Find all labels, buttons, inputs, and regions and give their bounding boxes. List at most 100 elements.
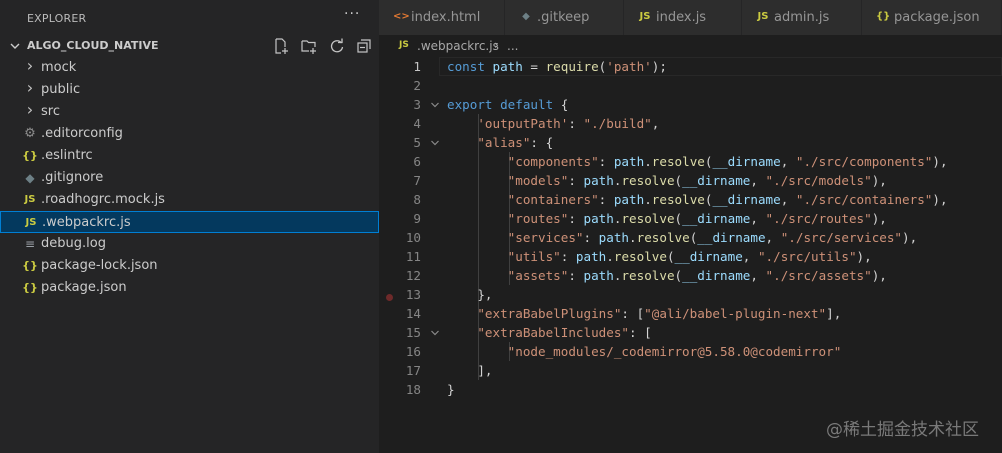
fold-chevron-icon[interactable] bbox=[430, 100, 440, 110]
chevron-right-icon: › bbox=[26, 56, 34, 75]
new-file-icon[interactable] bbox=[272, 37, 290, 55]
code-token: , bbox=[750, 211, 766, 226]
code-text: "services": path.resolve(__dirname, "./s… bbox=[447, 230, 918, 245]
code-token: __dirname bbox=[682, 173, 751, 188]
tab-package-json[interactable]: {} package.json bbox=[862, 0, 1002, 35]
code-token: resolve bbox=[613, 249, 667, 264]
code-token: 'outputPath' bbox=[477, 116, 569, 131]
line-number: 9 bbox=[413, 211, 421, 226]
project-section-header[interactable]: ALGO_CLOUD_NATIVE bbox=[0, 35, 379, 57]
code-token: , bbox=[750, 173, 766, 188]
code-text: 'outputPath': "./build", bbox=[447, 116, 659, 131]
tree-item-label: package.json bbox=[41, 280, 127, 295]
breadcrumb-file[interactable]: .webpackrc.js bbox=[417, 39, 499, 53]
code-token: require bbox=[545, 59, 599, 74]
json-icon: {} bbox=[876, 11, 891, 22]
explorer-sidebar: EXPLORER ··· ALGO_CLOUD_NATIVE › mock › pub… bbox=[0, 0, 379, 453]
code-line: 2 bbox=[379, 76, 1002, 95]
code-token: ), bbox=[871, 268, 887, 283]
code-line: 10 "services": path.resolve(__dirname, "… bbox=[379, 228, 1002, 247]
code-text: "extraBabelIncludes": [ bbox=[447, 325, 651, 340]
tab-admin-js[interactable]: JS admin.js bbox=[742, 0, 862, 35]
code-token: "extraBabelIncludes" bbox=[477, 325, 629, 340]
folder-item-mock[interactable]: › mock bbox=[0, 57, 379, 79]
code-token: "./src/assets" bbox=[765, 268, 872, 283]
tree-item-label: debug.log bbox=[41, 236, 106, 251]
code-token: . bbox=[644, 192, 652, 207]
refresh-icon[interactable] bbox=[328, 37, 346, 55]
tree-item-label: public bbox=[41, 82, 81, 97]
code-token: "./src/components" bbox=[795, 154, 933, 169]
line-number: 1 bbox=[413, 59, 421, 74]
code-token: "services" bbox=[507, 230, 584, 245]
file-item-debug-log[interactable]: ≡ debug.log bbox=[0, 233, 379, 255]
folder-item-src[interactable]: › src bbox=[0, 101, 379, 123]
file-item-editorconfig[interactable]: ⚙ .editorconfig bbox=[0, 123, 379, 145]
file-item-package-lock-json[interactable]: {} package-lock.json bbox=[0, 255, 379, 277]
code-token: ), bbox=[932, 192, 948, 207]
collapse-all-icon[interactable] bbox=[355, 37, 373, 55]
code-token: ( bbox=[674, 173, 683, 188]
tree-item-label: .webpackrc.js bbox=[42, 215, 131, 230]
code-token: . bbox=[606, 249, 614, 264]
fold-chevron-icon[interactable] bbox=[430, 138, 440, 148]
code-token: path bbox=[583, 211, 614, 226]
tab-gitkeep[interactable]: ◆ .gitkeep bbox=[505, 0, 624, 35]
js-icon: JS bbox=[25, 217, 37, 228]
code-editor[interactable]: 1 const path = require('path'); 2 3 export d… bbox=[379, 57, 1002, 453]
code-token: ], bbox=[447, 363, 493, 378]
code-token: : bbox=[568, 173, 584, 188]
code-line: 9 "routes": path.resolve(__dirname, "./s… bbox=[379, 209, 1002, 228]
file-item-roadhogrc-mock-js[interactable]: JS .roadhogrc.mock.js bbox=[0, 189, 379, 211]
file-item-webpackrc-js[interactable]: JS .webpackrc.js bbox=[0, 211, 379, 233]
more-actions-icon[interactable]: ··· bbox=[344, 6, 360, 22]
code-token: export default bbox=[447, 97, 554, 112]
tree-item-label: mock bbox=[41, 60, 77, 75]
code-text: "extraBabelPlugins": ["@ali/babel-plugin… bbox=[447, 306, 841, 321]
code-token: , bbox=[780, 192, 796, 207]
code-line: 16 "node_modules/_codemirror@5.58.0@code… bbox=[379, 342, 1002, 361]
fold-chevron-icon[interactable] bbox=[430, 328, 440, 338]
tab-index-js[interactable]: JS index.js bbox=[624, 0, 742, 35]
code-line: 15 "extraBabelIncludes": [ bbox=[379, 323, 1002, 342]
code-token: resolve bbox=[621, 211, 675, 226]
code-token: path bbox=[598, 230, 630, 245]
code-token: ], bbox=[826, 306, 842, 321]
file-item-gitignore[interactable]: ◆ .gitignore bbox=[0, 167, 379, 189]
code-token: path bbox=[583, 173, 614, 188]
line-number: 15 bbox=[405, 325, 421, 340]
code-token: __dirname bbox=[674, 249, 743, 264]
code-token: ), bbox=[856, 249, 872, 264]
code-token: "models" bbox=[507, 173, 569, 188]
new-folder-icon[interactable] bbox=[300, 37, 318, 55]
code-token: resolve bbox=[651, 192, 705, 207]
tab-index-html[interactable]: <> index.html bbox=[379, 0, 505, 35]
js-icon: JS bbox=[757, 11, 769, 22]
folder-item-public[interactable]: › public bbox=[0, 79, 379, 101]
code-token: "./build" bbox=[583, 116, 652, 131]
code-token: : [ bbox=[621, 306, 645, 321]
code-line: 7 "models": path.resolve(__dirname, "./s… bbox=[379, 171, 1002, 190]
file-item-package-json[interactable]: {} package.json bbox=[0, 277, 379, 299]
breadcrumb-more[interactable]: ... bbox=[507, 39, 518, 53]
code-token: : bbox=[568, 116, 584, 131]
code-text: const path = require('path'); bbox=[447, 59, 667, 74]
file-item-eslintrc[interactable]: {} .eslintrc bbox=[0, 145, 379, 167]
tab-label: .gitkeep bbox=[537, 10, 590, 25]
code-token: "components" bbox=[507, 154, 599, 169]
code-line: 6 "components": path.resolve(__dirname, … bbox=[379, 152, 1002, 171]
code-token: path bbox=[583, 268, 614, 283]
code-line: 8 "containers": path.resolve(__dirname, … bbox=[379, 190, 1002, 209]
code-token: resolve bbox=[636, 230, 690, 245]
code-token: "./src/routes" bbox=[765, 211, 872, 226]
line-number: 5 bbox=[413, 135, 421, 150]
tree-item-label: .eslintrc bbox=[41, 148, 93, 163]
code-token: . bbox=[629, 230, 637, 245]
git-icon: ◆ bbox=[522, 11, 530, 22]
code-token: , bbox=[765, 230, 781, 245]
